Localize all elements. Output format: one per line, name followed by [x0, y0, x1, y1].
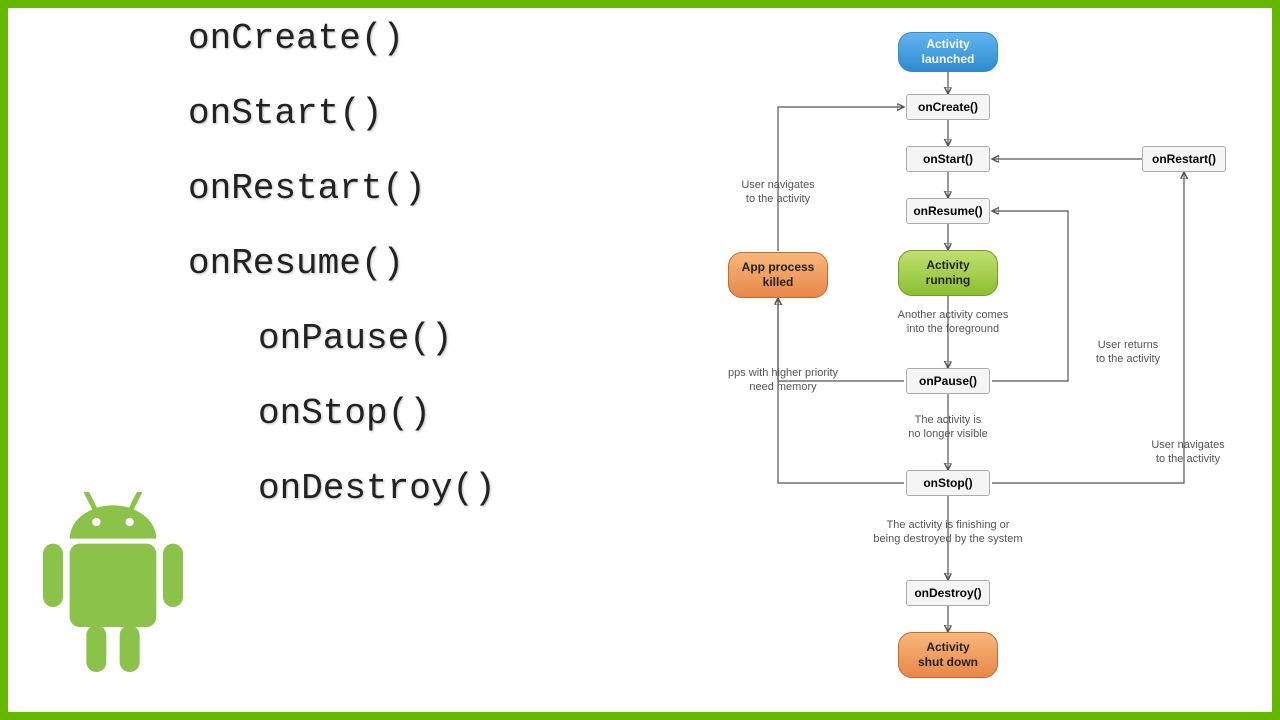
node-app-killed: App process killed [728, 252, 828, 298]
node-onstart: onStart() [906, 146, 990, 172]
method-oncreate: onCreate() [188, 18, 496, 59]
node-activity-launched: Activity launched [898, 32, 998, 72]
node-onstop: onStop() [906, 470, 990, 496]
node-onrestart: onRestart() [1142, 146, 1226, 172]
label-user-navigates-2: User navigates to the activity [1133, 438, 1243, 467]
android-icon [28, 492, 198, 692]
frame: onCreate() onStart() onRestart() onResum… [0, 0, 1280, 720]
method-onpause: onPause() [188, 318, 496, 359]
lifecycle-diagram: Activity launched onCreate() onStart() o… [648, 8, 1272, 712]
node-ondestroy: onDestroy() [906, 580, 990, 606]
label-another-activity: Another activity comes into the foregrou… [883, 308, 1023, 337]
method-onstop: onStop() [188, 393, 496, 434]
method-onresume: onResume() [188, 243, 496, 284]
node-activity-shutdown: Activity shut down [898, 632, 998, 678]
label-user-navigates: User navigates to the activity [718, 178, 838, 207]
method-list: onCreate() onStart() onRestart() onResum… [188, 18, 496, 543]
label-no-longer-visible: The activity is no longer visible [888, 413, 1008, 442]
label-user-returns: User returns to the activity [1078, 338, 1178, 367]
node-oncreate: onCreate() [906, 94, 990, 120]
method-onstart: onStart() [188, 93, 496, 134]
label-finishing: The activity is finishing or being destr… [858, 518, 1038, 547]
left-panel: onCreate() onStart() onRestart() onResum… [8, 8, 648, 712]
node-onpause: onPause() [906, 368, 990, 394]
label-higher-priority: pps with higher priority need memory [713, 366, 853, 395]
node-onresume: onResume() [906, 198, 990, 224]
node-activity-running: Activity running [898, 250, 998, 296]
method-onrestart: onRestart() [188, 168, 496, 209]
method-ondestroy: onDestroy() [188, 468, 496, 509]
